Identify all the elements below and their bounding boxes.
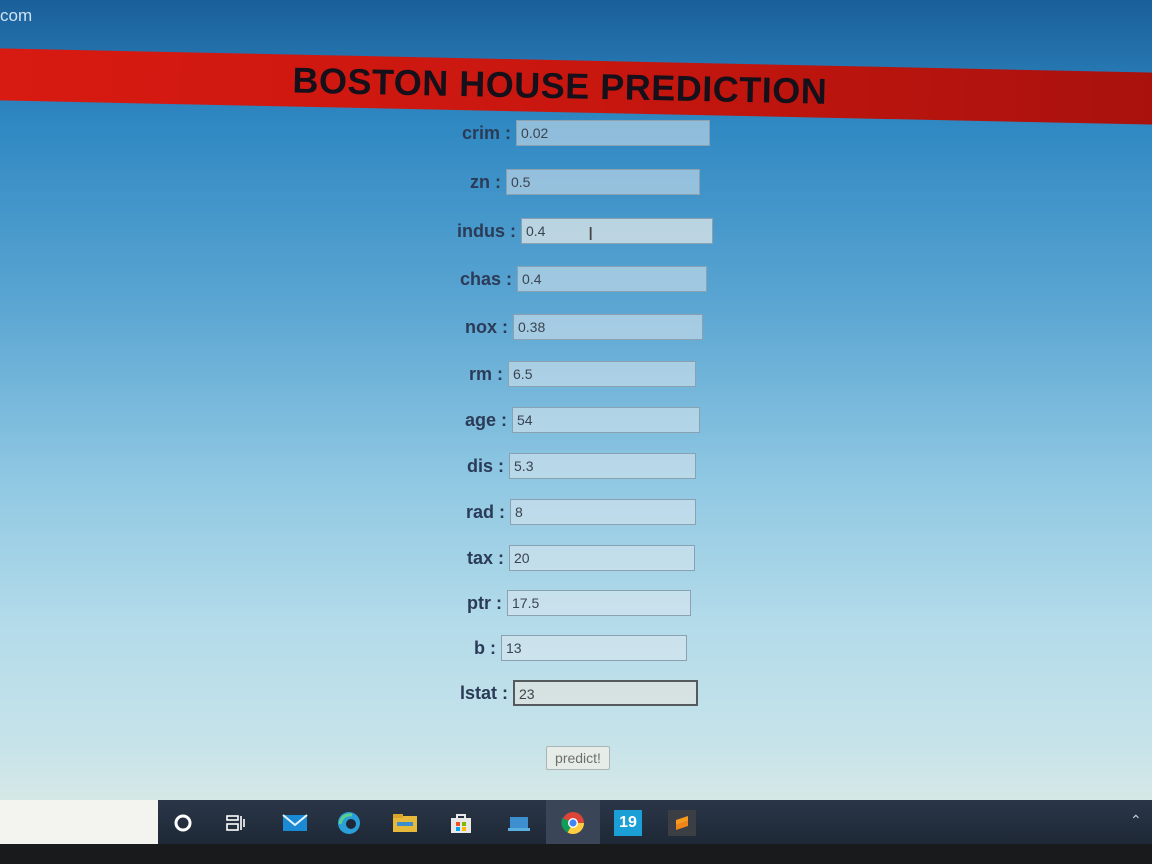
store-icon[interactable] [448, 810, 474, 836]
dis-label: dis : [467, 455, 505, 476]
field-row-b: b : 13 [474, 635, 687, 661]
b-label: b : [474, 637, 496, 658]
field-row-chas: chas : 0.4 [460, 266, 708, 292]
tray-chevron-up-icon[interactable]: ⌃ [1130, 812, 1142, 829]
field-row-rad: rad : 8 [466, 499, 697, 525]
app-19-badge: 19 [619, 814, 637, 831]
field-row-lstat: lstat : 23 [460, 680, 699, 706]
monitor-bezel [0, 844, 1152, 864]
field-row-age: age : 54 [465, 407, 701, 433]
task-view-icon[interactable] [222, 810, 248, 836]
age-input[interactable]: 54 [512, 407, 701, 433]
field-row-indus: indus : 0.4 [457, 218, 713, 244]
chas-label: chas : [460, 268, 513, 289]
field-row-rm: rm : 6.5 [469, 361, 697, 387]
ptr-input[interactable]: 17.5 [507, 590, 691, 616]
rm-input[interactable]: 6.5 [508, 361, 697, 387]
nox-label: nox : [465, 316, 508, 337]
text-cursor-icon: I [588, 224, 594, 245]
rm-label: rm : [469, 363, 504, 384]
nox-input[interactable]: 0.38 [513, 314, 703, 340]
mail-icon[interactable] [282, 810, 308, 836]
dis-input[interactable]: 5.3 [509, 453, 697, 479]
cortana-circle-icon[interactable] [170, 810, 196, 836]
sublime-text-icon[interactable] [668, 810, 696, 836]
predict-button[interactable]: predict! [546, 746, 610, 770]
crim-label: crim : [462, 122, 512, 143]
field-row-tax: tax : 20 [467, 545, 696, 571]
edge-icon[interactable] [336, 810, 362, 836]
age-label: age : [465, 409, 508, 430]
lstat-label: lstat : [460, 682, 509, 703]
tax-input[interactable]: 20 [509, 545, 696, 571]
desktop-edge [0, 800, 160, 844]
network-app-icon[interactable] [506, 810, 532, 836]
file-explorer-icon[interactable] [392, 810, 418, 836]
field-row-dis: dis : 5.3 [467, 453, 697, 479]
field-row-nox: nox : 0.38 [465, 314, 703, 340]
lstat-input[interactable]: 23 [513, 680, 699, 706]
ptr-label: ptr : [467, 592, 502, 613]
b-input[interactable]: 13 [501, 635, 687, 661]
zn-input[interactable]: 0.5 [506, 169, 700, 195]
rad-label: rad : [466, 501, 506, 522]
rad-input[interactable]: 8 [510, 499, 697, 525]
indus-input[interactable]: 0.4 [521, 218, 713, 244]
prediction-form: crim : 0.02 zn : 0.5 indus : 0.4 chas : … [0, 0, 1152, 864]
chas-input[interactable]: 0.4 [517, 266, 708, 292]
tax-label: tax : [467, 547, 505, 568]
indus-label: indus : [457, 220, 516, 241]
app-19-icon[interactable]: 19 [614, 810, 642, 836]
chrome-icon[interactable] [560, 810, 586, 836]
zn-label: zn : [470, 171, 501, 192]
field-row-crim: crim : 0.02 [462, 120, 711, 146]
field-row-zn: zn : 0.5 [470, 169, 700, 195]
field-row-ptr: ptr : 17.5 [467, 590, 691, 616]
crim-input[interactable]: 0.02 [516, 120, 711, 146]
